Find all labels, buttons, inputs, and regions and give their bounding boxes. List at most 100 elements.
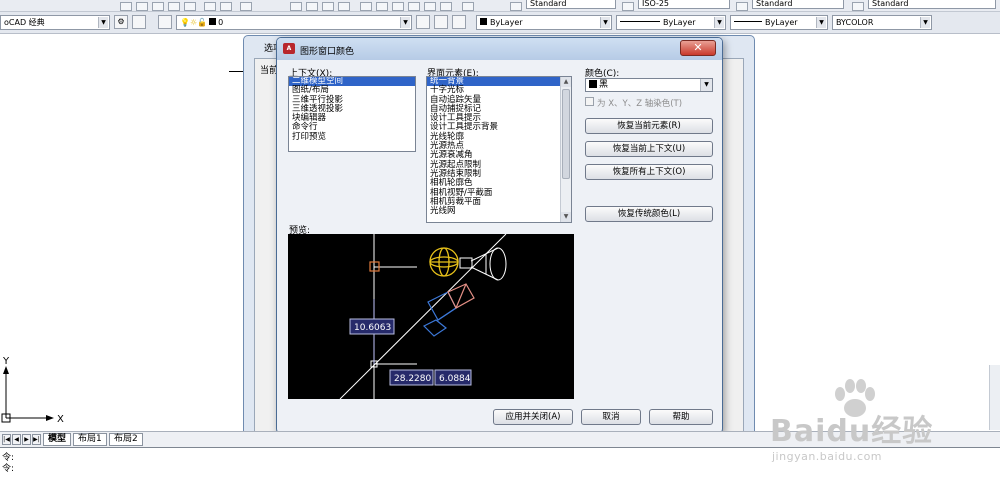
text-style-select[interactable]: Standard	[526, 0, 616, 9]
dim-value-1: 10.6063	[354, 323, 391, 333]
ucs-y-label: Y	[2, 356, 10, 367]
sheet-set-icon[interactable]	[408, 2, 420, 11]
layers-properties-toolbar: oCAD 经典 ▼ ⚙ 💡☼🔓 0 ▼ ByLayer ▼ ByLayer ▼ ByLa…	[0, 12, 1000, 34]
color-select[interactable]: 黑 ▼	[585, 78, 713, 92]
table-style-icon[interactable]	[736, 2, 748, 11]
dialog-titlebar[interactable]: A 图形窗口颜色 ✕	[277, 38, 722, 60]
layer-select[interactable]: 💡☼🔓 0 ▼	[176, 15, 412, 30]
multileader-style-icon[interactable]	[852, 2, 864, 11]
zoom-window-icon[interactable]	[322, 2, 334, 11]
scroll-thumb[interactable]	[562, 89, 570, 179]
preview-drawing: 10.6063 28.2280 6.0884	[339, 234, 507, 399]
properties-icon[interactable]	[360, 2, 372, 11]
design-center-icon[interactable]	[376, 2, 388, 11]
layer-color-swatch	[209, 18, 217, 25]
linetype-sample	[620, 21, 660, 22]
dialog-title: 图形窗口颜色	[300, 47, 355, 57]
workspace-icon[interactable]	[132, 15, 146, 29]
tint-xyz-label: 为 X、Y、Z 轴染色(T)	[597, 99, 683, 109]
dim-style-icon[interactable]	[622, 2, 634, 11]
color-control-select[interactable]: ByLayer ▼	[476, 15, 612, 30]
redo-icon[interactable]	[240, 2, 252, 11]
chevron-down-icon: ▼	[816, 17, 826, 28]
watermark-brand: Baidu经验	[770, 414, 934, 449]
standard-toolbar: Standard ISO-25 Standard Standard	[0, 0, 1000, 12]
block-editor-icon[interactable]	[184, 2, 196, 11]
pan-icon[interactable]	[290, 2, 302, 11]
layer-state-icon[interactable]	[452, 15, 466, 29]
element-list[interactable]: 统一背景 十字光标 自动追踪矢量 自动捕捉标记 设计工具提示 设计工具提示背景 光线轮廓 光源…	[426, 76, 572, 223]
drawing-window-colors-dialog: A 图形窗口颜色 ✕ 上下文(X): 二维模型空间 图纸/布局 三维平行投影 三维透视…	[276, 37, 723, 434]
chevron-down-icon: ▼	[600, 17, 610, 28]
restore-current-element-button[interactable]: 恢复当前元素(R)	[585, 118, 713, 134]
chevron-down-icon: ▼	[400, 17, 410, 28]
zoom-realtime-icon[interactable]	[306, 2, 318, 11]
chevron-down-icon: ▼	[98, 17, 108, 28]
zoom-previous-icon[interactable]	[338, 2, 350, 11]
table-style-select[interactable]: Standard	[752, 0, 844, 9]
tab-layout2[interactable]: 布局2	[109, 433, 143, 446]
restore-current-context-button[interactable]: 恢复当前上下文(U)	[585, 141, 713, 157]
lock-icon: 🔓	[197, 18, 208, 27]
ucs-icon: Y X	[1, 356, 64, 425]
cancel-button[interactable]: 取消	[581, 409, 641, 425]
color-select-value: 黑	[599, 80, 609, 90]
chevron-down-icon: ▼	[920, 17, 930, 28]
plotstyle-control-select[interactable]: BYCOLOR ▼	[832, 15, 932, 30]
linetype-control-select[interactable]: ByLayer ▼	[616, 15, 726, 30]
lineweight-sample	[734, 21, 762, 22]
context-item[interactable]: 打印预览	[289, 132, 415, 142]
undo-dropdown-icon[interactable]	[220, 2, 232, 11]
dim-value-2: 28.2280	[394, 374, 431, 384]
scroll-up-icon[interactable]: ▲	[561, 77, 571, 87]
copy-icon[interactable]	[136, 2, 148, 11]
chevron-down-icon: ▼	[700, 79, 712, 91]
tab-prev-icon[interactable]: ◀	[12, 434, 21, 445]
element-list-scrollbar[interactable]: ▲ ▼	[560, 77, 571, 222]
tab-next-icon[interactable]: ▶	[22, 434, 31, 445]
preview-panel: 10.6063 28.2280 6.0884	[288, 234, 574, 399]
gear-icon[interactable]: ⚙	[114, 15, 128, 29]
close-button[interactable]: ✕	[680, 40, 716, 56]
text-style-icon[interactable]	[510, 2, 522, 11]
tab-last-icon[interactable]: ▶|	[32, 434, 41, 445]
close-icon: ✕	[693, 41, 703, 54]
workspace-select[interactable]: oCAD 经典 ▼	[0, 15, 110, 30]
tint-xyz-checkbox[interactable]	[585, 97, 594, 106]
command-history-line-2: 令:	[2, 464, 15, 474]
element-item[interactable]: 光线网	[427, 206, 571, 216]
tab-first-icon[interactable]: |◀	[2, 434, 11, 445]
calculator-icon[interactable]	[440, 2, 452, 11]
spotlight-glyph	[459, 247, 507, 281]
undo-icon[interactable]	[204, 2, 216, 11]
apply-and-close-button[interactable]: 应用并关闭(A)	[493, 409, 573, 425]
dim-style-select[interactable]: ISO-25	[638, 0, 730, 9]
make-current-layer-icon[interactable]	[416, 15, 430, 29]
camera-glyph	[422, 283, 475, 337]
multileader-style-select[interactable]: Standard	[868, 0, 996, 9]
cut-icon[interactable]	[120, 2, 132, 11]
help-button[interactable]: 帮助	[649, 409, 713, 425]
restore-classic-colors-button[interactable]: 恢复传统颜色(L)	[585, 206, 713, 222]
context-list[interactable]: 二维模型空间 图纸/布局 三维平行投影 三维透视投影 块编辑器 命令行 打印预览	[288, 76, 416, 152]
autocad-app-icon: A	[283, 43, 295, 54]
scroll-down-icon[interactable]: ▼	[561, 212, 571, 222]
tab-layout1[interactable]: 布局1	[73, 433, 107, 446]
light-glyph	[429, 247, 459, 277]
watermark-url: jingyan.baidu.com	[772, 450, 883, 463]
tool-palette-icon[interactable]	[392, 2, 404, 11]
dim-value-3: 6.0884	[439, 374, 471, 384]
match-properties-icon[interactable]	[168, 2, 180, 11]
layer-manager-icon[interactable]	[158, 15, 172, 29]
help-icon[interactable]	[462, 2, 474, 11]
tab-model[interactable]: 模型	[43, 433, 72, 446]
lineweight-control-select[interactable]: ByLayer ▼	[730, 15, 828, 30]
color-swatch	[589, 80, 597, 88]
layer-previous-icon[interactable]	[434, 15, 448, 29]
color-swatch	[480, 18, 487, 25]
baidu-watermark: Baidu经验 jingyan.baidu.com	[768, 378, 1000, 468]
paste-icon[interactable]	[152, 2, 164, 11]
restore-all-contexts-button[interactable]: 恢复所有上下文(O)	[585, 164, 713, 180]
lightbulb-icon: 💡	[180, 18, 190, 27]
markup-icon[interactable]	[424, 2, 436, 11]
